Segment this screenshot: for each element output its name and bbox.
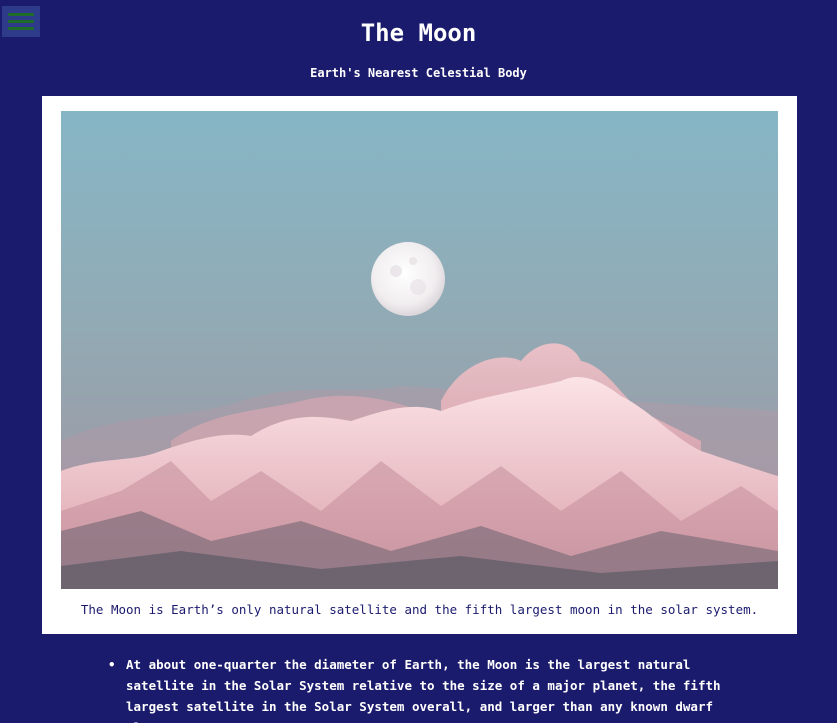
page-subtitle: Earth's Nearest Celestial Body <box>310 66 527 80</box>
facts-list: • At about one-quarter the diameter of E… <box>108 654 758 723</box>
list-item: • At about one-quarter the diameter of E… <box>108 654 758 723</box>
figure-caption: The Moon is Earth’s only natural satelli… <box>80 602 759 617</box>
page-title: The Moon <box>360 19 477 47</box>
fact-text: At about one-quarter the diameter of Ear… <box>126 657 721 723</box>
bullet-icon: • <box>108 657 116 672</box>
moon-mountain-image <box>61 111 778 589</box>
figure-card: The Moon is Earth’s only natural satelli… <box>42 96 797 634</box>
